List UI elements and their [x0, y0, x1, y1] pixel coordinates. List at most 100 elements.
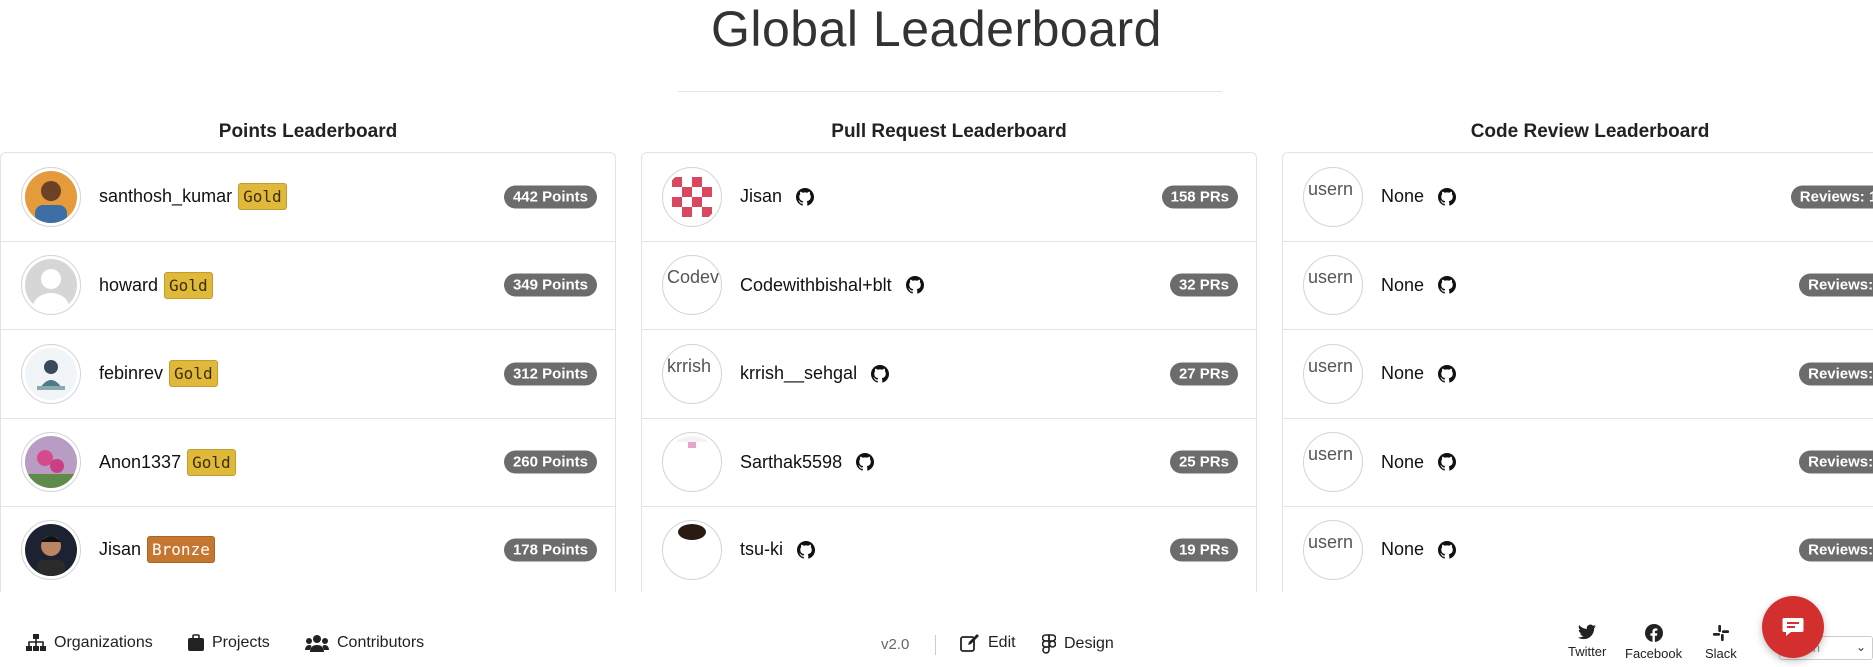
leaderboard-row[interactable]: usern None Reviews: 37: [1283, 419, 1873, 507]
github-icon[interactable]: [796, 187, 815, 206]
level-badge: Gold: [187, 448, 236, 476]
review-count-badge: Reviews: 179: [1790, 185, 1873, 209]
design-label: Design: [1064, 635, 1114, 652]
avatar[interactable]: [21, 432, 81, 493]
chevron-down-icon: ⌄: [1855, 640, 1866, 654]
review-count-badge: Reviews: 37: [1799, 362, 1873, 386]
github-icon[interactable]: [871, 364, 890, 383]
avatar[interactable]: [662, 519, 722, 580]
facebook-link[interactable]: Facebook: [1625, 624, 1682, 661]
github-icon[interactable]: [797, 540, 816, 559]
edit-link[interactable]: Edit: [960, 634, 1016, 652]
pr-count-badge: 19 PRs: [1169, 538, 1238, 561]
leaderboard-row[interactable]: Jisan Bronze 178 Points: [1, 507, 615, 592]
username-link[interactable]: None: [1381, 186, 1424, 207]
leaderboard-row[interactable]: usern None Reviews: 34: [1283, 507, 1873, 592]
footer: Organizations Projects Contributors v2.0…: [0, 618, 1873, 667]
pr-count-badge: 27 PRs: [1169, 362, 1238, 386]
version-label: v2.0: [881, 636, 910, 653]
edit-label: Edit: [988, 634, 1016, 651]
footer-organizations-link[interactable]: Organizations: [26, 634, 153, 652]
leaderboard-row[interactable]: santhosh_kumar Gold 442 Points: [1, 153, 615, 242]
level-badge: Bronze: [147, 536, 215, 563]
username-link[interactable]: krrish__sehgal: [740, 363, 857, 384]
avatar[interactable]: krrish: [662, 343, 722, 404]
username-link[interactable]: Anon1337: [99, 452, 181, 473]
leaderboard-row[interactable]: Codev Codewithbishal+blt 32 PRs: [642, 242, 1256, 330]
avatar[interactable]: [662, 166, 722, 227]
username-link[interactable]: Jisan: [99, 539, 141, 560]
footer-contributors-link[interactable]: Contributors: [305, 634, 424, 652]
avatar[interactable]: Codev: [662, 255, 722, 316]
leaderboard-row[interactable]: howard Gold 349 Points: [1, 242, 615, 330]
twitter-link[interactable]: Twitter: [1568, 624, 1606, 659]
twitter-icon: [1578, 624, 1597, 640]
leaderboard-row[interactable]: usern None Reviews: 179: [1283, 153, 1873, 242]
leaderboard-row[interactable]: usern None Reviews: 38: [1283, 242, 1873, 330]
username-link[interactable]: Sarthak5598: [740, 452, 842, 473]
username-link[interactable]: tsu-ki: [740, 539, 783, 560]
github-icon[interactable]: [1438, 364, 1457, 383]
pr-count-badge: 158 PRs: [1161, 185, 1238, 209]
leaderboard-row[interactable]: tsu-ki 19 PRs: [642, 507, 1256, 592]
avatar[interactable]: usern: [1303, 166, 1363, 227]
username-link[interactable]: Jisan: [740, 186, 782, 207]
broken-image-alt: usern: [1308, 531, 1354, 552]
username-link[interactable]: None: [1381, 452, 1424, 473]
review-count-badge: Reviews: 34: [1799, 538, 1873, 561]
edit-icon: [960, 634, 979, 652]
review-count-badge: Reviews: 38: [1799, 273, 1873, 297]
leaderboard-row[interactable]: Jisan 158 PRs: [642, 153, 1256, 242]
avatar[interactable]: usern: [1303, 432, 1363, 493]
avatar[interactable]: usern: [1303, 255, 1363, 316]
username-link[interactable]: None: [1381, 275, 1424, 296]
figma-icon: [1042, 634, 1056, 654]
avatar[interactable]: [21, 166, 81, 227]
avatar[interactable]: usern: [1303, 519, 1363, 580]
github-icon[interactable]: [1438, 453, 1457, 471]
username-link[interactable]: santhosh_kumar: [99, 186, 232, 207]
chat-button[interactable]: [1762, 596, 1824, 658]
points-count-badge: 178 Points: [503, 538, 597, 561]
username-link[interactable]: howard: [99, 275, 158, 296]
points-count-badge: 349 Points: [503, 273, 597, 297]
avatar[interactable]: [21, 519, 81, 580]
pr-leaderboard-title: Pull Request Leaderboard: [831, 121, 1067, 142]
username-link[interactable]: Codewithbishal+blt: [740, 275, 892, 296]
review-count-badge: Reviews: 37: [1799, 450, 1873, 474]
github-icon[interactable]: [1438, 540, 1457, 559]
code-review-leaderboard-list: usern None Reviews: 179 usern None Revie…: [1282, 152, 1873, 592]
points-count-badge: 442 Points: [503, 185, 597, 209]
page-title: Global Leaderboard: [711, 1, 1162, 57]
username-link[interactable]: None: [1381, 363, 1424, 384]
points-leaderboard: Points Leaderboard santhosh_kumar Gold 4…: [0, 112, 616, 592]
slack-link[interactable]: Slack: [1705, 624, 1737, 661]
github-icon[interactable]: [1438, 276, 1457, 294]
points-leaderboard-list: santhosh_kumar Gold 442 Points howard Go…: [0, 152, 616, 592]
code-review-leaderboard-title: Code Review Leaderboard: [1470, 121, 1710, 142]
pr-count-badge: 25 PRs: [1169, 450, 1238, 474]
avatar[interactable]: [21, 343, 81, 404]
leaderboard-row[interactable]: Anon1337 Gold 260 Points: [1, 419, 615, 507]
footer-projects-label: Projects: [212, 634, 270, 651]
points-leaderboard-title: Points Leaderboard: [218, 121, 398, 142]
github-icon[interactable]: [1438, 187, 1457, 206]
leaderboard-row[interactable]: usern None Reviews: 37: [1283, 330, 1873, 419]
footer-organizations-label: Organizations: [54, 634, 153, 651]
design-link[interactable]: Design: [1042, 634, 1114, 654]
avatar[interactable]: [21, 255, 81, 316]
footer-projects-link[interactable]: Projects: [188, 634, 270, 652]
users-icon: [305, 635, 329, 652]
slack-icon: [1712, 624, 1729, 642]
leaderboard-row[interactable]: febinrev Gold 312 Points: [1, 330, 615, 419]
footer-contributors-label: Contributors: [337, 634, 425, 651]
github-icon[interactable]: [905, 276, 924, 294]
level-badge: Gold: [238, 183, 287, 211]
leaderboard-row[interactable]: Sarthak5598 25 PRs: [642, 419, 1256, 507]
leaderboard-row[interactable]: krrish krrish__sehgal 27 PRs: [642, 330, 1256, 419]
github-icon[interactable]: [856, 453, 875, 471]
avatar[interactable]: usern: [1303, 343, 1363, 404]
avatar[interactable]: [662, 432, 722, 493]
username-link[interactable]: None: [1381, 539, 1424, 560]
username-link[interactable]: febinrev: [99, 363, 163, 384]
